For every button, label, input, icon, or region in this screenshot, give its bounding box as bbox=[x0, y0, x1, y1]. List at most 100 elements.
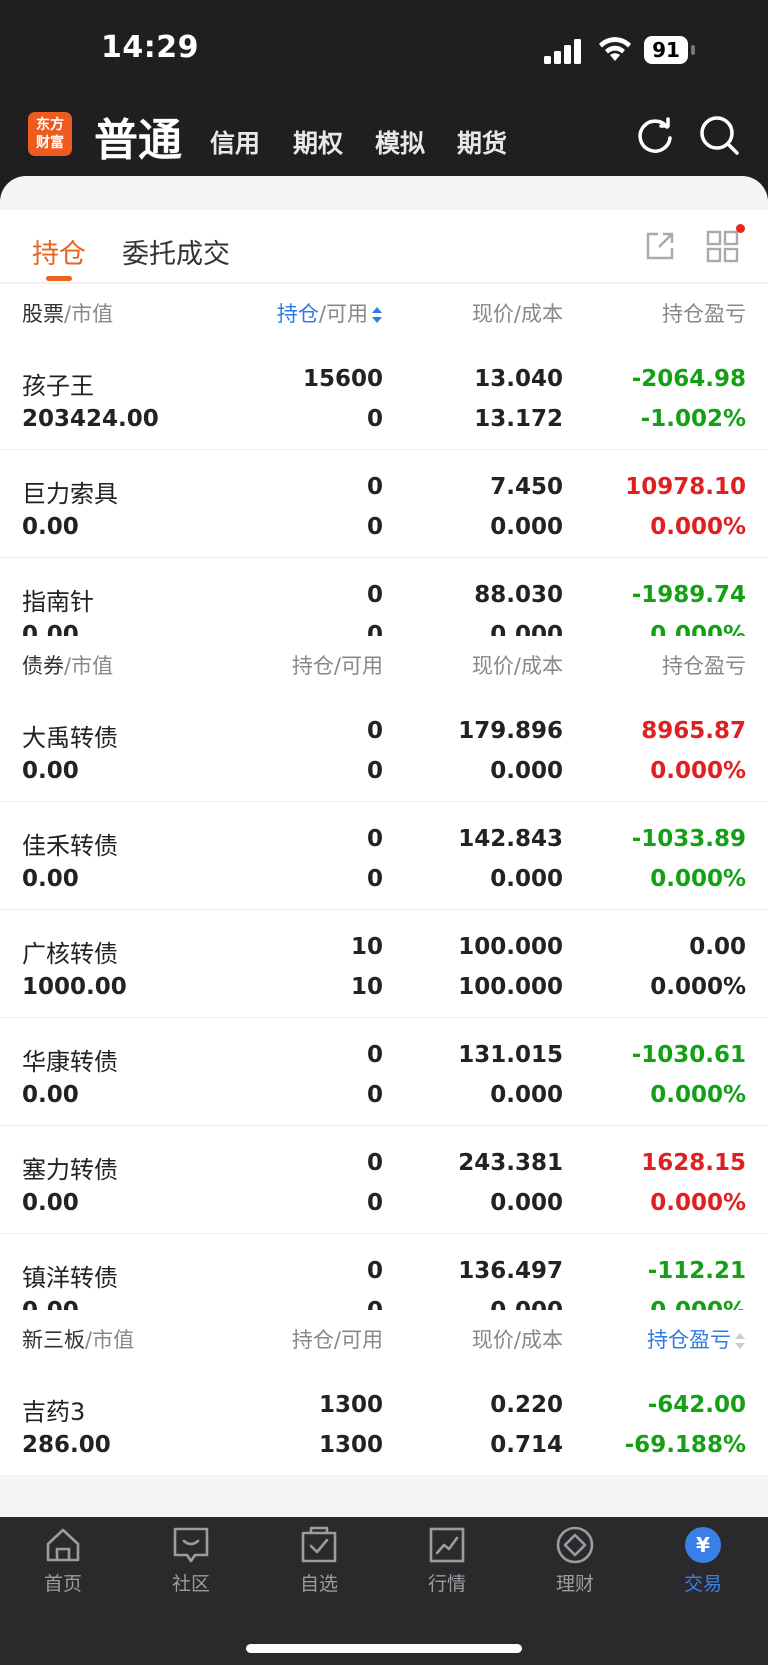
hold-qty: 0 bbox=[366, 474, 383, 500]
sort-hold-header[interactable]: 持仓/可用 bbox=[277, 298, 383, 328]
current-price: 0.220 bbox=[490, 1392, 563, 1418]
security-name: 指南针 bbox=[22, 588, 94, 616]
app-logo: 东方 财富 bbox=[28, 112, 72, 156]
tab-positions[interactable]: 持仓 bbox=[32, 232, 86, 271]
profit-loss: -642.00 bbox=[647, 1392, 746, 1418]
section-header: 新三板/市值 持仓/可用 现价/成本 持仓盈亏 bbox=[0, 1310, 768, 1368]
hold-qty: 0 bbox=[366, 1258, 383, 1284]
available-qty: 10 bbox=[350, 974, 383, 1000]
battery-level: 91 bbox=[644, 36, 688, 64]
community-icon bbox=[173, 1527, 209, 1563]
profit-loss: -112.21 bbox=[647, 1258, 746, 1284]
position-row[interactable]: 孩子王 203424.00 15600 0 13.040 13.172 -2064.98 -1… bbox=[0, 342, 768, 449]
market-value: 286.00 bbox=[22, 1432, 111, 1458]
tab-options[interactable]: 期权 bbox=[293, 124, 343, 160]
cost-price: 0.000 bbox=[490, 514, 563, 540]
nav-trade[interactable]: ¥ 交易 bbox=[643, 1525, 763, 1615]
nav-market[interactable]: 行情 bbox=[387, 1525, 507, 1615]
home-indicator[interactable] bbox=[246, 1644, 522, 1653]
market-value: 0.00 bbox=[22, 758, 79, 784]
market-value: 1000.00 bbox=[22, 974, 127, 1000]
security-name: 大禹转债 bbox=[22, 724, 118, 752]
position-row[interactable]: 广核转债 1000.00 10 10 100.000 100.000 0.00 0.000% bbox=[0, 909, 768, 1017]
sort-icon bbox=[735, 1333, 745, 1349]
hold-qty: 0 bbox=[366, 1150, 383, 1176]
section-bonds: 债券/市值 持仓/可用 现价/成本 持仓盈亏 大禹转债 0.00 0 0 179.896… bbox=[0, 636, 768, 1341]
position-tabs: 持仓 委托成交 bbox=[0, 210, 768, 283]
profit-loss-percent: 0.000% bbox=[650, 1190, 746, 1216]
position-row[interactable]: 巨力索具 0.00 0 0 7.450 0.000 10978.10 0.000% bbox=[0, 449, 768, 557]
tab-orders-trades[interactable]: 委托成交 bbox=[122, 232, 230, 271]
market-value: 0.00 bbox=[22, 514, 79, 540]
market-chart-icon bbox=[429, 1527, 465, 1563]
current-price: 243.381 bbox=[458, 1150, 563, 1176]
position-row[interactable]: 佳禾转债 0.00 0 0 142.843 0.000 -1033.89 0.000% bbox=[0, 801, 768, 909]
sort-icon bbox=[372, 307, 382, 323]
security-name: 镇洋转债 bbox=[22, 1264, 118, 1292]
profit-loss: 1628.15 bbox=[641, 1150, 746, 1176]
cost-price: 0.000 bbox=[490, 1082, 563, 1108]
app-header: 东方 财富 普通 信用 期权 模拟 期货 bbox=[0, 100, 768, 176]
profit-loss-percent: 0.000% bbox=[650, 974, 746, 1000]
security-name: 吉药3 bbox=[22, 1398, 86, 1426]
section-stocks: 股票/市值 持仓/可用 现价/成本 持仓盈亏 孩子王 203424.00 15600… bbox=[0, 284, 768, 665]
sort-pl-header[interactable]: 持仓盈亏 bbox=[647, 1324, 746, 1354]
apps-grid-icon[interactable] bbox=[706, 230, 740, 264]
status-bar: 14:29 91 bbox=[0, 0, 768, 100]
search-icon[interactable] bbox=[698, 114, 740, 156]
nav-wealth[interactable]: 理财 bbox=[515, 1525, 635, 1615]
trade-yuan-icon: ¥ bbox=[685, 1527, 721, 1563]
available-qty: 0 bbox=[366, 1082, 383, 1108]
profit-loss: 8965.87 bbox=[641, 718, 746, 744]
market-value: 0.00 bbox=[22, 866, 79, 892]
section-header: 股票/市值 持仓/可用 现价/成本 持仓盈亏 bbox=[0, 284, 768, 342]
profit-loss-percent: -1.002% bbox=[640, 406, 746, 432]
refresh-icon[interactable] bbox=[634, 114, 676, 156]
profit-loss: -1030.61 bbox=[631, 1042, 746, 1068]
nav-community[interactable]: 社区 bbox=[131, 1525, 251, 1615]
cost-price: 0.000 bbox=[490, 866, 563, 892]
market-value: 0.00 bbox=[22, 1190, 79, 1216]
section-neeq: 新三板/市值 持仓/可用 现价/成本 持仓盈亏 吉药3 286.00 1300 130… bbox=[0, 1310, 768, 1475]
profit-loss: -2064.98 bbox=[631, 366, 746, 392]
available-qty: 0 bbox=[366, 758, 383, 784]
market-value: 0.00 bbox=[22, 1082, 79, 1108]
section-header: 债券/市值 持仓/可用 现价/成本 持仓盈亏 bbox=[22, 654, 746, 678]
position-row[interactable]: 大禹转债 0.00 0 0 179.896 0.000 8965.87 0.000% bbox=[0, 694, 768, 801]
position-row[interactable]: 塞力转债 0.00 0 0 243.381 0.000 1628.15 0.000% bbox=[0, 1125, 768, 1233]
current-price: 179.896 bbox=[458, 718, 563, 744]
profit-loss-percent: -69.188% bbox=[624, 1432, 746, 1458]
tab-futures[interactable]: 期货 bbox=[457, 124, 507, 160]
cost-price: 0.714 bbox=[490, 1432, 563, 1458]
available-qty: 0 bbox=[366, 1190, 383, 1216]
svg-text:¥: ¥ bbox=[696, 1533, 710, 1557]
wifi-icon bbox=[599, 37, 631, 61]
cost-price: 0.000 bbox=[490, 1190, 563, 1216]
profit-loss: -1989.74 bbox=[631, 582, 746, 608]
notification-dot bbox=[736, 224, 745, 233]
profit-loss: -1033.89 bbox=[631, 826, 746, 852]
watchlist-icon bbox=[301, 1526, 337, 1563]
nav-home[interactable]: 首页 bbox=[3, 1525, 123, 1615]
current-price: 7.450 bbox=[490, 474, 563, 500]
current-price: 13.040 bbox=[474, 366, 563, 392]
position-row[interactable]: 华康转债 0.00 0 0 131.015 0.000 -1030.61 0.000% bbox=[0, 1017, 768, 1125]
available-qty: 0 bbox=[366, 406, 383, 432]
available-qty: 1300 bbox=[318, 1432, 383, 1458]
security-name: 巨力索具 bbox=[22, 480, 118, 508]
tab-simulation[interactable]: 模拟 bbox=[375, 124, 425, 160]
tab-normal[interactable]: 普通 bbox=[94, 104, 182, 168]
profit-loss-percent: 0.000% bbox=[650, 1082, 746, 1108]
nav-watchlist[interactable]: 自选 bbox=[259, 1525, 379, 1615]
hold-qty: 15600 bbox=[302, 366, 383, 392]
position-row[interactable]: 吉药3 286.00 1300 1300 0.220 0.714 -642.00 -69.18… bbox=[0, 1368, 768, 1475]
hold-qty: 0 bbox=[366, 582, 383, 608]
tab-credit[interactable]: 信用 bbox=[210, 124, 260, 160]
available-qty: 0 bbox=[366, 514, 383, 540]
share-icon[interactable] bbox=[644, 230, 676, 262]
security-name: 广核转债 bbox=[22, 940, 118, 968]
security-name: 佳禾转债 bbox=[22, 832, 118, 860]
security-name: 塞力转债 bbox=[22, 1156, 118, 1184]
cellular-signal-icon bbox=[544, 39, 581, 64]
hold-qty: 0 bbox=[366, 826, 383, 852]
